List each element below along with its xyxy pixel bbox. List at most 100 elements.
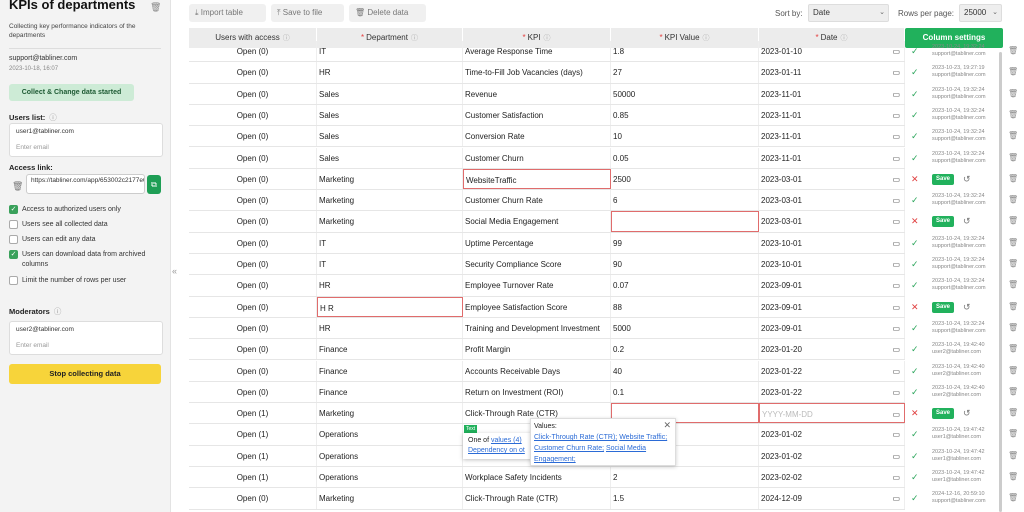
kpi-value-cell[interactable]: 1.5 xyxy=(611,488,759,509)
trash-icon[interactable]: 🗑 xyxy=(1008,89,1018,98)
date-cell[interactable]: 2023-10-01 ▭ xyxy=(759,232,905,253)
date-cell[interactable]: 2023-03-01 ▭ xyxy=(759,168,905,190)
trash-icon[interactable]: 🗑 xyxy=(150,2,161,13)
calendar-icon[interactable]: ▭ xyxy=(892,339,900,359)
trash-icon[interactable]: 🗑 xyxy=(1008,302,1018,311)
date-cell[interactable]: 2023-01-02 ▭ xyxy=(759,445,905,466)
check-limit-rows[interactable]: Limit the number of rows per user xyxy=(9,276,162,286)
department-cell[interactable]: H R xyxy=(317,296,463,317)
cancel-icon[interactable]: ✕ xyxy=(911,174,919,185)
calendar-icon[interactable]: ▭ xyxy=(892,41,900,61)
undo-icon[interactable]: ↺ xyxy=(963,174,971,185)
kpi-cell[interactable]: Workplace Safety Incidents xyxy=(463,467,611,488)
department-cell[interactable]: HR xyxy=(317,62,463,83)
kpi-cell[interactable]: WebsiteTraffic xyxy=(463,168,611,190)
collect-change-button[interactable]: Collect & Change data started xyxy=(9,84,134,101)
sort-select[interactable]: Date ⌄ xyxy=(808,4,889,22)
calendar-icon[interactable]: ▭ xyxy=(892,446,900,466)
copy-icon[interactable]: ⧉ xyxy=(147,175,161,194)
cancel-icon[interactable]: ✕ xyxy=(911,216,919,227)
scrollbar[interactable] xyxy=(999,52,1002,512)
calendar-icon[interactable]: ▭ xyxy=(892,126,900,146)
department-cell[interactable]: HR xyxy=(317,317,463,339)
department-cell[interactable]: Sales xyxy=(317,83,463,104)
department-cell[interactable]: Marketing xyxy=(317,168,463,190)
calendar-icon[interactable]: ▭ xyxy=(892,275,900,295)
trash-icon[interactable]: 🗑 xyxy=(1008,174,1018,183)
values-link[interactable]: values (4) xyxy=(491,437,522,444)
date-cell[interactable]: 2024-12-09 ▭ xyxy=(759,488,905,509)
kpi-cell[interactable]: Customer Churn Rate xyxy=(463,190,611,211)
kpi-cell[interactable]: Average Response Time xyxy=(463,41,611,62)
date-cell[interactable]: 2023-09-01 ▭ xyxy=(759,296,905,317)
trash-icon[interactable]: 🗑 xyxy=(1008,216,1018,225)
kpi-cell[interactable]: Uptime Percentage xyxy=(463,232,611,253)
import-table-button[interactable]: ⤓ Import table xyxy=(189,4,266,22)
kpi-value-cell[interactable]: 0.85 xyxy=(611,104,759,126)
trash-icon[interactable]: 🗑 xyxy=(1008,493,1018,502)
trash-icon[interactable]: 🗑 xyxy=(1008,344,1018,353)
date-cell[interactable]: 2023-01-11 ▭ xyxy=(759,62,905,83)
calendar-icon[interactable]: ▭ xyxy=(892,254,900,274)
department-cell[interactable]: Operations xyxy=(317,467,463,488)
moderators-box[interactable]: user2@tabliner.com Enter email xyxy=(9,321,163,355)
kpi-value-cell[interactable]: 5000 xyxy=(611,317,759,339)
calendar-icon[interactable]: ▭ xyxy=(892,190,900,210)
department-cell[interactable]: IT xyxy=(317,254,463,275)
kpi-cell[interactable]: Accounts Receivable Days xyxy=(463,360,611,381)
kpi-value-cell[interactable]: 10 xyxy=(611,126,759,147)
date-cell[interactable]: 2023-01-22 ▭ xyxy=(759,381,905,403)
undo-icon[interactable]: ↺ xyxy=(963,216,971,227)
calendar-icon[interactable]: ▭ xyxy=(892,404,900,422)
calendar-icon[interactable]: ▭ xyxy=(892,62,900,82)
calendar-icon[interactable]: ▭ xyxy=(892,467,900,487)
department-cell[interactable]: Sales xyxy=(317,104,463,126)
kpi-value-cell[interactable]: 50000 xyxy=(611,83,759,104)
kpi-cell[interactable]: Profit Margin xyxy=(463,339,611,360)
date-cell[interactable]: 2023-11-01 ▭ xyxy=(759,147,905,168)
close-icon[interactable]: ✕ xyxy=(663,420,671,431)
trash-icon[interactable]: 🗑 xyxy=(1008,153,1018,162)
trash-icon[interactable]: 🗑 xyxy=(1008,387,1018,396)
kpi-value-cell[interactable]: 0.1 xyxy=(611,381,759,403)
save-button[interactable]: Save xyxy=(932,216,954,228)
department-cell[interactable]: Operations xyxy=(317,424,463,445)
kpi-value-cell[interactable]: 1.8 xyxy=(611,41,759,62)
date-cell[interactable]: 2023-11-01 ▭ xyxy=(759,83,905,104)
kpi-cell[interactable]: Customer Churn xyxy=(463,147,611,168)
value-option[interactable]: Customer Churn Rate; xyxy=(534,445,604,452)
trash-icon[interactable]: 🗑 xyxy=(1008,131,1018,140)
value-option[interactable]: Website Traffic; xyxy=(619,434,667,441)
check-download-archived[interactable]: ✓ Users can download data from archived c… xyxy=(9,250,162,270)
save-to-file-button[interactable]: ⤒ Save to file xyxy=(271,4,344,22)
kpi-cell[interactable]: Employee Satisfaction Score xyxy=(463,296,611,317)
trash-icon[interactable]: 🗑 xyxy=(1008,429,1018,438)
kpi-value-cell[interactable]: 6 xyxy=(611,190,759,211)
department-cell[interactable]: Marketing xyxy=(317,190,463,211)
trash-icon[interactable]: 🗑 xyxy=(1008,280,1018,289)
date-cell[interactable]: 2023-01-02 ▭ xyxy=(759,424,905,445)
kpi-cell[interactable]: Social Media Engagement xyxy=(463,211,611,232)
date-cell[interactable]: 2023-10-01 ▭ xyxy=(759,254,905,275)
check-authorized-only[interactable]: ✓ Access to authorized users only xyxy=(9,205,162,215)
trash-icon[interactable]: 🗑 xyxy=(1008,46,1018,55)
date-cell[interactable]: 2023-09-01 ▭ xyxy=(759,275,905,296)
department-cell[interactable]: Finance xyxy=(317,339,463,360)
calendar-icon[interactable]: ▭ xyxy=(892,361,900,381)
value-option[interactable]: Click-Through Rate (CTR); xyxy=(534,434,617,441)
calendar-icon[interactable]: ▭ xyxy=(892,488,900,508)
department-cell[interactable]: Marketing xyxy=(317,403,463,424)
trash-icon[interactable]: 🗑 xyxy=(1008,451,1018,460)
users-list-box[interactable]: user1@tabliner.com Enter email xyxy=(9,123,163,157)
department-cell[interactable]: Finance xyxy=(317,360,463,381)
calendar-icon[interactable]: ▭ xyxy=(892,169,900,189)
calendar-icon[interactable]: ▭ xyxy=(892,233,900,253)
trash-icon[interactable]: 🗑 xyxy=(1008,238,1018,247)
date-cell[interactable]: 2023-09-01 ▭ xyxy=(759,317,905,339)
access-link-field[interactable]: https://tabliner.com/app/653002c2177e660… xyxy=(26,174,145,194)
kpi-cell[interactable]: Employee Turnover Rate xyxy=(463,275,611,296)
cancel-icon[interactable]: ✕ xyxy=(911,302,919,313)
department-cell[interactable]: IT xyxy=(317,232,463,253)
department-cell[interactable]: IT xyxy=(317,41,463,62)
kpi-value-cell[interactable]: 2 xyxy=(611,467,759,488)
